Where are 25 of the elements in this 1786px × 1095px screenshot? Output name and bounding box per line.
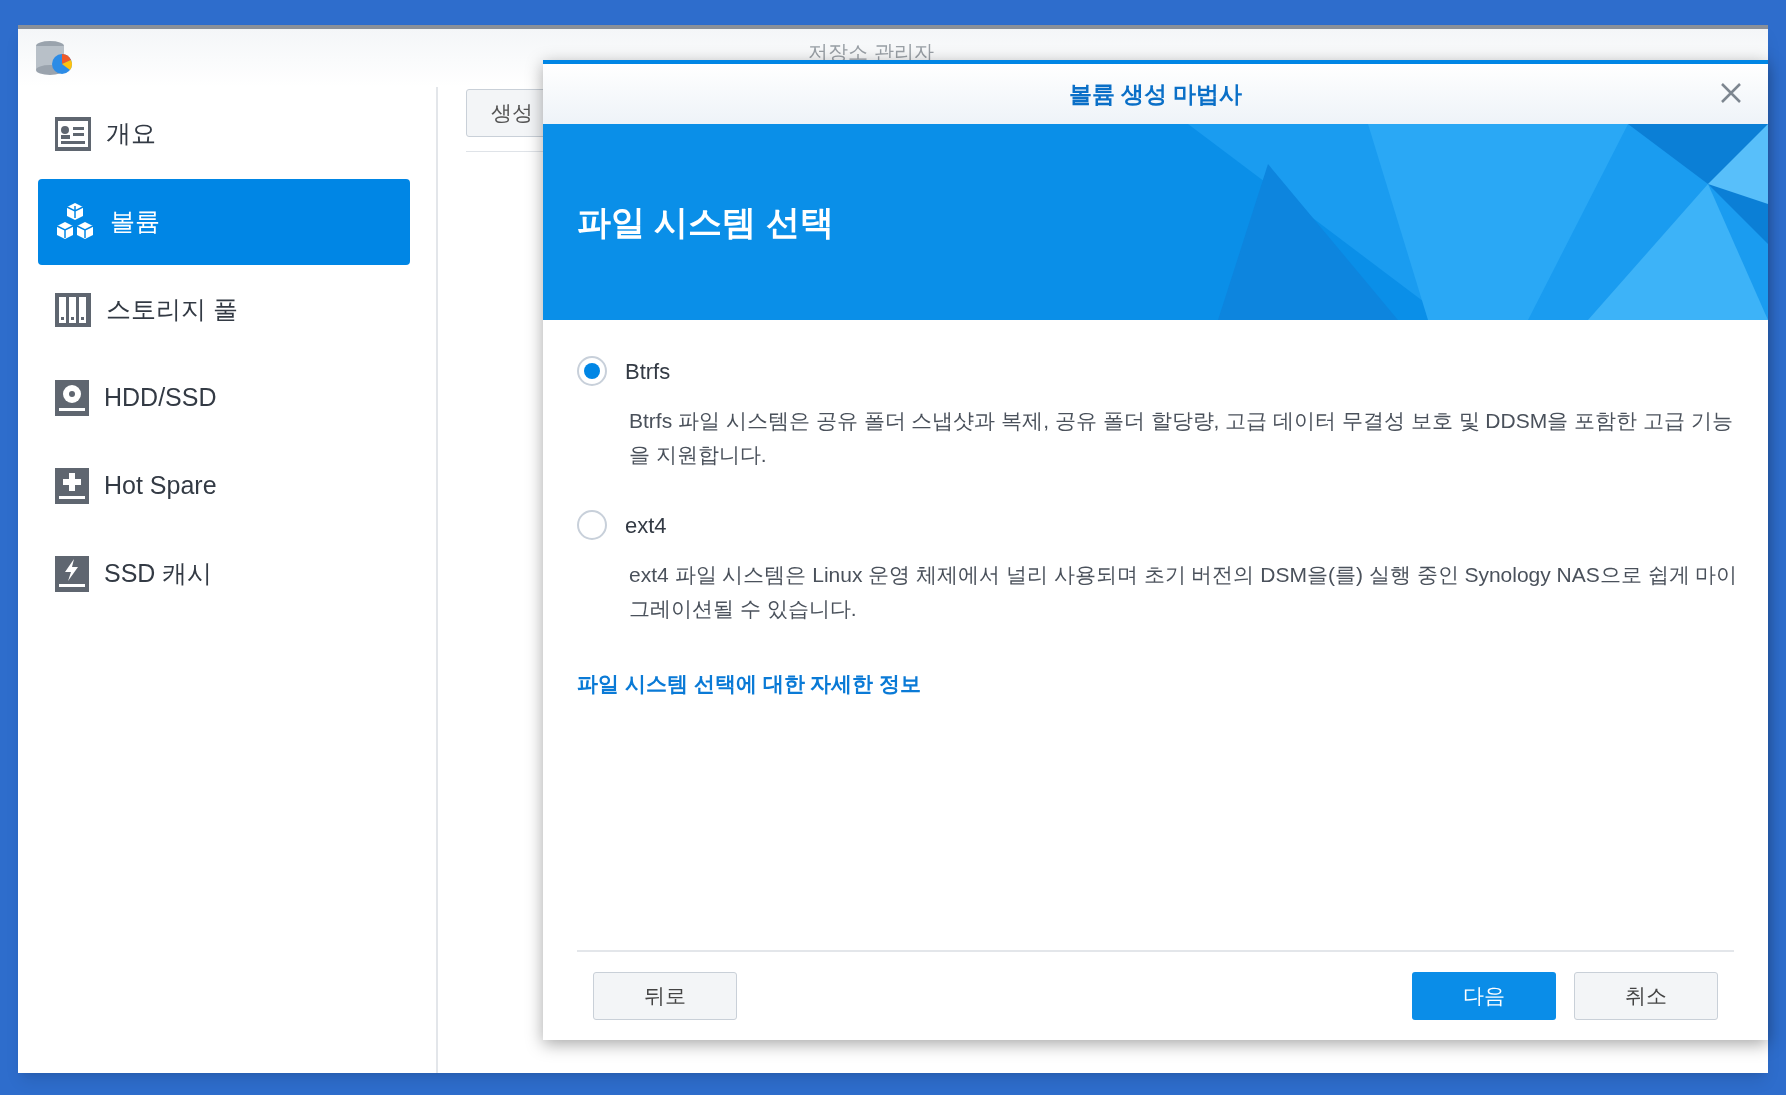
radio-option[interactable]: ext4 <box>577 508 777 542</box>
drive-plus-icon <box>54 467 90 505</box>
storage-bays-icon <box>54 292 92 328</box>
database-chart-icon <box>34 39 74 77</box>
next-button[interactable]: 다음 <box>1412 972 1556 1020</box>
option-description: Btrfs 파일 시스템은 공유 폴더 스냅샷과 복제, 공유 폴더 할당량, 고급 데이터 무결성 보호 및 DDSM을 포함한 고급 기능을 지원합니다. <box>629 408 1734 468</box>
back-button[interactable]: 뒤로 <box>593 972 737 1020</box>
radio-button[interactable] <box>577 356 607 386</box>
sidebar-item[interactable]: 개요 <box>38 91 410 177</box>
sidebar-item[interactable]: Hot Spare <box>38 443 410 529</box>
radio-button[interactable] <box>577 510 607 540</box>
sidebar-item[interactable]: 스토리지 풀 <box>38 267 410 353</box>
dialog-heading: 파일 시스템 선택 <box>577 201 834 243</box>
dialog-title: 볼륨 생성 마법사 <box>1068 79 1243 109</box>
cubes-icon <box>54 202 96 242</box>
sidebar-item[interactable]: 볼륨 <box>38 179 410 265</box>
id-card-icon <box>54 116 92 152</box>
radio-option[interactable]: Btrfs <box>577 354 777 388</box>
sidebar-item[interactable]: HDD/SSD <box>38 355 410 441</box>
option-description: ext4 파일 시스템은 Linux 운영 체제에서 널리 사용되며 초기 버전의 DSM을(를) 실행 중인 Synology NAS으로 쉽게 마이그레이션될 수 있습니다. <box>629 562 1739 622</box>
sidebar-item[interactable]: SSD 캐시 <box>38 531 410 617</box>
info-link[interactable]: 파일 시스템 선택에 대한 자세한 정보 <box>577 668 922 700</box>
cancel-button[interactable]: 취소 <box>1574 972 1718 1020</box>
close-icon[interactable] <box>1720 82 1742 104</box>
drive-lightning-icon <box>54 555 90 593</box>
